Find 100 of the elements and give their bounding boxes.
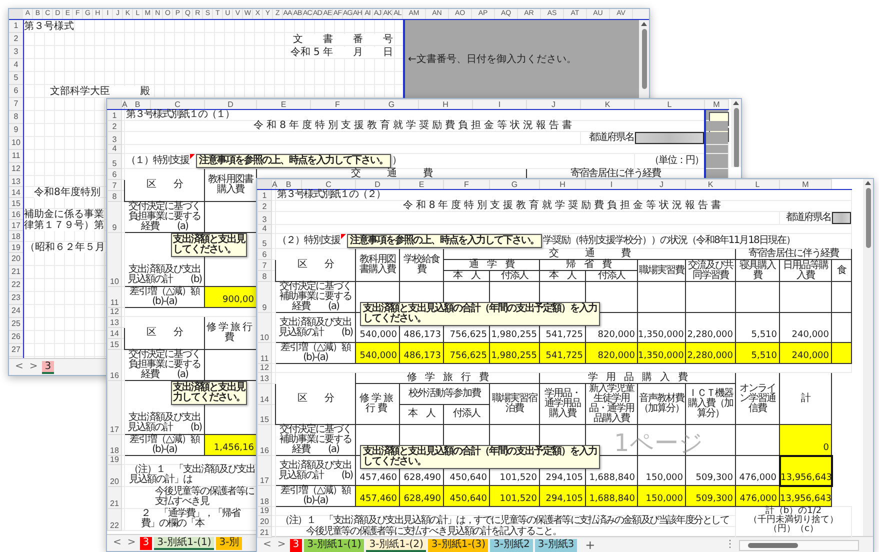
row-header[interactable]: 10 — [108, 232, 122, 286]
row-header[interactable]: 13 — [9, 176, 23, 187]
row-header[interactable]: 17 — [258, 456, 272, 486]
row-header[interactable]: 7 — [108, 180, 122, 190]
column-header[interactable]: D — [204, 100, 256, 110]
column-header[interactable]: K — [580, 100, 634, 110]
row-header[interactable]: 6 — [9, 85, 23, 98]
column-header[interactable]: K — [686, 180, 736, 190]
column-header[interactable]: F — [310, 100, 364, 110]
row-header[interactable]: 8 — [258, 270, 272, 282]
column-header[interactable]: H — [418, 100, 472, 110]
row-header[interactable]: 7 — [258, 260, 272, 270]
row-header[interactable]: 10 — [9, 137, 23, 150]
row-header[interactable]: 3 — [9, 46, 23, 59]
row-header[interactable]: 9 — [108, 202, 122, 232]
row-header[interactable]: 21 — [108, 486, 122, 508]
row-header[interactable]: 5 — [9, 72, 23, 85]
sheet-tab[interactable]: 3 — [290, 538, 302, 552]
row-header[interactable]: 9 — [9, 124, 23, 137]
vertical-scrollbar[interactable] — [639, 20, 649, 98]
next-sheet-button[interactable]: > — [27, 361, 40, 373]
sheet-tab[interactable]: 3-別紙1-(3) — [428, 538, 488, 552]
sheet-tab[interactable]: 3-別紙1-(2) — [366, 538, 426, 552]
row-header[interactable]: 2 — [9, 33, 23, 46]
row-header[interactable]: 22 — [9, 279, 23, 292]
row-header[interactable]: 5 — [108, 154, 122, 168]
column-header[interactable]: J — [638, 180, 686, 190]
row-header[interactable]: 18 — [9, 231, 23, 242]
sheet-tab[interactable]: 3 — [42, 360, 54, 374]
column-header[interactable]: I — [586, 180, 638, 190]
sheet-tab[interactable]: 3-別紙1-(1) — [304, 538, 364, 552]
row-header[interactable]: 15 — [108, 338, 122, 350]
column-header[interactable]: C — [150, 100, 204, 110]
column-header[interactable]: L — [736, 180, 780, 190]
column-header[interactable]: L — [634, 100, 704, 110]
sheet-tab[interactable]: 3 — [140, 536, 152, 550]
row-header[interactable]: 22 — [108, 508, 122, 530]
previous-sheet-button[interactable]: < — [13, 361, 26, 373]
sheet-tab[interactable]: 3-別紙1-(1) — [154, 536, 214, 550]
row-header[interactable]: 11 — [258, 342, 272, 364]
row-header[interactable]: 12 — [9, 163, 23, 176]
previous-sheet-button[interactable]: < — [261, 539, 274, 551]
row-header[interactable]: 14 — [9, 187, 23, 198]
column-header[interactable]: D — [356, 180, 400, 190]
prefecture-field[interactable] — [635, 132, 704, 144]
column-header[interactable]: F — [444, 180, 490, 190]
row-header[interactable]: 25 — [9, 318, 23, 331]
column-header[interactable]: E — [400, 180, 444, 190]
sheet-tab[interactable]: 3-別紙3 — [534, 538, 578, 552]
column-header[interactable]: J — [526, 100, 580, 110]
row-header[interactable]: 11 — [9, 150, 23, 163]
row-header[interactable]: 5 — [258, 234, 272, 248]
column-header[interactable]: I — [472, 100, 526, 110]
row-header[interactable]: 13 — [108, 316, 122, 328]
row-header[interactable]: 14 — [258, 384, 272, 404]
next-sheet-button[interactable]: > — [275, 539, 288, 551]
row-header[interactable]: 20 — [108, 464, 122, 486]
row-header[interactable]: 3 — [108, 132, 122, 144]
vertical-scrollbar[interactable] — [863, 179, 873, 536]
column-header[interactable]: G — [364, 100, 418, 110]
column-header[interactable]: C — [302, 180, 356, 190]
select-all-corner[interactable] — [258, 180, 272, 190]
row-header[interactable]: 26 — [9, 331, 23, 344]
row-header[interactable]: 18 — [108, 434, 122, 456]
row-header[interactable]: 17 — [9, 220, 23, 231]
row-header[interactable]: 10 — [258, 312, 272, 342]
previous-sheet-button[interactable]: < — [111, 537, 124, 549]
row-header[interactable]: 19 — [9, 242, 23, 253]
row-header[interactable]: 16 — [9, 209, 23, 220]
row-header[interactable]: 24 — [9, 305, 23, 318]
row-header[interactable]: 6 — [258, 248, 272, 260]
row-header[interactable]: 1 — [258, 190, 272, 200]
more-button[interactable]: ⋮ — [723, 539, 737, 551]
row-header[interactable]: 2 — [258, 200, 272, 212]
row-header[interactable]: 2 — [108, 120, 122, 132]
row-header[interactable]: 20 — [258, 516, 272, 526]
row-header[interactable]: 16 — [258, 424, 272, 456]
sheet-tab[interactable]: 3-別 — [216, 536, 242, 550]
row-header[interactable]: 20 — [9, 253, 23, 266]
row-header[interactable]: 1 — [9, 20, 23, 33]
horizontal-scrollbar[interactable] — [739, 540, 859, 550]
prefecture-field[interactable] — [832, 212, 851, 224]
row-header[interactable]: 1 — [108, 110, 122, 120]
column-header[interactable]: M — [780, 180, 832, 190]
column-header[interactable]: E — [256, 100, 310, 110]
select-all-corner[interactable] — [108, 100, 122, 110]
row-header[interactable]: 21 — [258, 526, 272, 538]
row-header[interactable]: 8 — [9, 111, 23, 124]
row-header[interactable]: 4 — [9, 59, 23, 72]
row-header[interactable]: 27 — [9, 344, 23, 357]
sheet-tab[interactable]: 3-別紙2 — [490, 538, 533, 552]
row-header[interactable]: 7 — [9, 98, 23, 111]
row-header[interactable]: 21 — [9, 266, 23, 279]
row-header[interactable]: 11 — [108, 286, 122, 308]
row-header[interactable]: 17 — [108, 380, 122, 434]
row-header[interactable]: 8 — [108, 190, 122, 202]
vertical-scrollbar[interactable] — [731, 99, 741, 167]
row-header[interactable]: 23 — [9, 292, 23, 305]
add-sheet-button[interactable]: + — [583, 539, 598, 551]
column-header[interactable]: H — [540, 180, 586, 190]
